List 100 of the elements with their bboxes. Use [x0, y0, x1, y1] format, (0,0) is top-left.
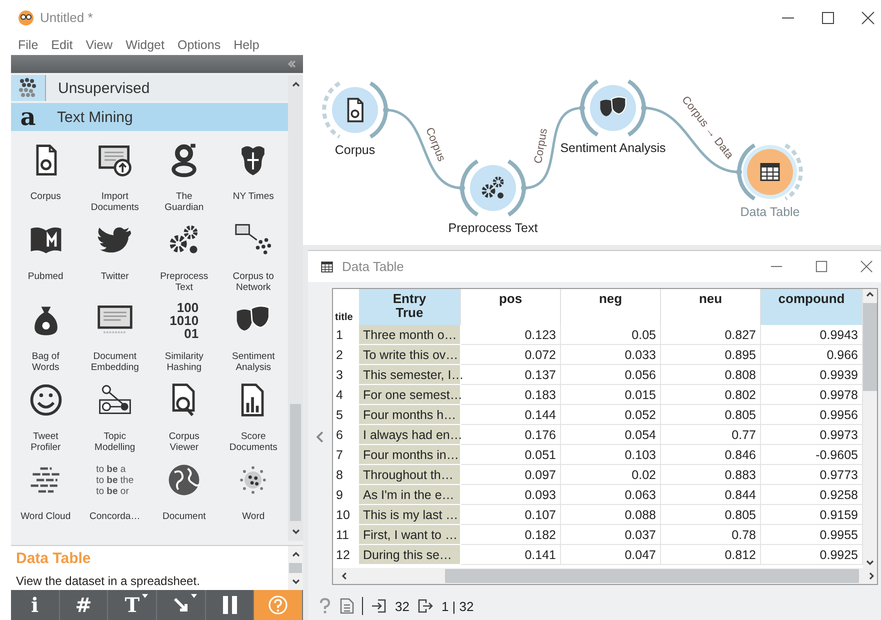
- widget-label[interactable]: Score Documents: [229, 431, 278, 453]
- widget-node[interactable]: [322, 82, 389, 138]
- category-icon: a: [20, 105, 36, 129]
- menu-item[interactable]: Options: [177, 38, 221, 52]
- table-cell: Four months in…: [359, 445, 461, 465]
- widget-label[interactable]: Corpus: [30, 191, 61, 202]
- scrollbar-thumb[interactable]: [863, 303, 877, 391]
- scrollbar-thumb[interactable]: [444, 569, 860, 583]
- category-item[interactable]: a Text Mining: [11, 103, 288, 131]
- widget-label[interactable]: Twitter: [100, 271, 129, 282]
- table-cell: 0.802: [661, 385, 761, 405]
- table-cell: For one semest…: [359, 385, 461, 405]
- widget-label[interactable]: Similarity Hashing: [164, 351, 204, 373]
- table-cell: 0.051: [461, 445, 561, 465]
- scroll-up-icon[interactable]: [865, 289, 875, 299]
- category-item[interactable]: Unsupervised: [11, 75, 288, 101]
- close-icon[interactable]: [861, 10, 875, 24]
- table-cell: 0.097: [461, 465, 561, 485]
- scroll-right-icon[interactable]: [867, 571, 877, 581]
- widget-label[interactable]: Word Cloud: [20, 511, 71, 522]
- column-header[interactable]: neg: [561, 289, 661, 325]
- table-cell: This is my last …: [359, 505, 461, 525]
- arrow-icon: [172, 596, 190, 614]
- table-cell: 0.033: [561, 345, 661, 365]
- table-cell: 0.895: [661, 345, 761, 365]
- link-label: Corpus: [423, 126, 448, 164]
- pause-icon: [220, 595, 239, 615]
- maximize-icon[interactable]: [815, 260, 828, 273]
- pause-button[interactable]: [206, 590, 254, 620]
- scroll-up-icon[interactable]: [290, 549, 300, 559]
- menu-item[interactable]: Help: [234, 38, 260, 52]
- widget-label[interactable]: Tweet Profiler: [30, 431, 61, 453]
- arrow-button[interactable]: [157, 590, 206, 620]
- icon-text[interactable]: to be a to be the to be or: [96, 464, 134, 496]
- column-header[interactable]: pos: [461, 289, 561, 325]
- icon-text[interactable]: 100 1010 01: [170, 300, 199, 340]
- widget-label[interactable]: NY Times: [232, 191, 274, 202]
- column-header[interactable]: compound: [761, 289, 863, 325]
- category-label: Text Mining: [57, 108, 133, 126]
- table-cell: 0.103: [561, 445, 661, 465]
- widget-label[interactable]: Bag of Words: [32, 351, 60, 373]
- dropdown-icon: [190, 594, 197, 598]
- input-count: 32: [395, 598, 410, 614]
- table-cell: 0.015: [561, 385, 661, 405]
- help-icon: [268, 595, 288, 615]
- widget-label[interactable]: Document Embedding: [90, 351, 139, 373]
- scroll-down-icon[interactable]: [290, 577, 300, 587]
- table-cell: 0.072: [461, 345, 561, 365]
- table-cell: 0.883: [661, 465, 761, 485]
- description-title: Data Table: [16, 550, 92, 567]
- app-logo-icon: [18, 10, 34, 26]
- document-icon: [348, 98, 362, 122]
- table-cell: 0.02: [561, 465, 661, 485]
- menu-item[interactable]: Edit: [51, 38, 73, 52]
- window-title: Untitled *: [40, 10, 94, 25]
- widget-node[interactable]: [459, 160, 527, 216]
- widget-label[interactable]: Corpus Viewer: [168, 431, 200, 453]
- help-button[interactable]: [254, 590, 304, 620]
- table-cell: As I'm in the e…: [359, 485, 461, 505]
- widget-node[interactable]: [736, 144, 803, 200]
- scroll-up-icon[interactable]: [290, 79, 300, 89]
- table-cell: 0.137: [461, 365, 561, 385]
- toolbar-button[interactable]: #: [60, 590, 108, 620]
- link-label: Corpus: [532, 128, 550, 165]
- close-icon[interactable]: [860, 260, 873, 273]
- table-cell: 0.123: [461, 325, 561, 345]
- menu-item[interactable]: View: [86, 38, 113, 52]
- toolbar-button[interactable]: i: [11, 590, 60, 620]
- collapse-icon[interactable]: [314, 428, 326, 444]
- widget-label[interactable]: Sentiment Analysis: [232, 351, 275, 373]
- widget-label[interactable]: Topic Modelling: [94, 431, 136, 453]
- collapse-icon[interactable]: [287, 59, 297, 69]
- widget-label[interactable]: Preprocess Text: [160, 271, 208, 293]
- widget-label[interactable]: Pubmed: [28, 271, 64, 282]
- table-cell: First, I want to …: [359, 525, 461, 545]
- widget-node[interactable]: [579, 80, 647, 136]
- scrollbar-thumb[interactable]: [289, 563, 302, 573]
- table-cell: During this se…: [359, 545, 461, 565]
- scroll-down-icon[interactable]: [290, 527, 300, 537]
- table-cell: 0.052: [561, 405, 661, 425]
- column-header[interactable]: Entry True: [359, 289, 461, 325]
- menu-item[interactable]: File: [18, 38, 38, 52]
- widget-label[interactable]: Concorda…: [90, 511, 140, 522]
- table-cell: 0.05: [561, 325, 661, 345]
- table-cell: 0.182: [461, 525, 561, 545]
- widget-label[interactable]: Corpus to Network: [232, 271, 274, 293]
- table-cell: 0.176: [461, 425, 561, 445]
- scroll-down-icon[interactable]: [865, 558, 875, 568]
- maximize-icon[interactable]: [821, 10, 835, 24]
- widget-label[interactable]: Word: [242, 511, 265, 522]
- table-cell: 0.054: [561, 425, 661, 445]
- widget-label[interactable]: Document: [162, 511, 206, 522]
- toolbar-button[interactable]: T: [108, 590, 158, 620]
- table-cell: 0.78: [661, 525, 761, 545]
- table-cell: 0.844: [661, 485, 761, 505]
- widget-label[interactable]: The Guardian: [164, 191, 204, 213]
- menu-item[interactable]: Widget: [126, 38, 164, 52]
- document-icon[interactable]: [340, 598, 354, 614]
- scrollbar-thumb[interactable]: [290, 404, 301, 521]
- widget-label[interactable]: Import Documents: [90, 191, 139, 213]
